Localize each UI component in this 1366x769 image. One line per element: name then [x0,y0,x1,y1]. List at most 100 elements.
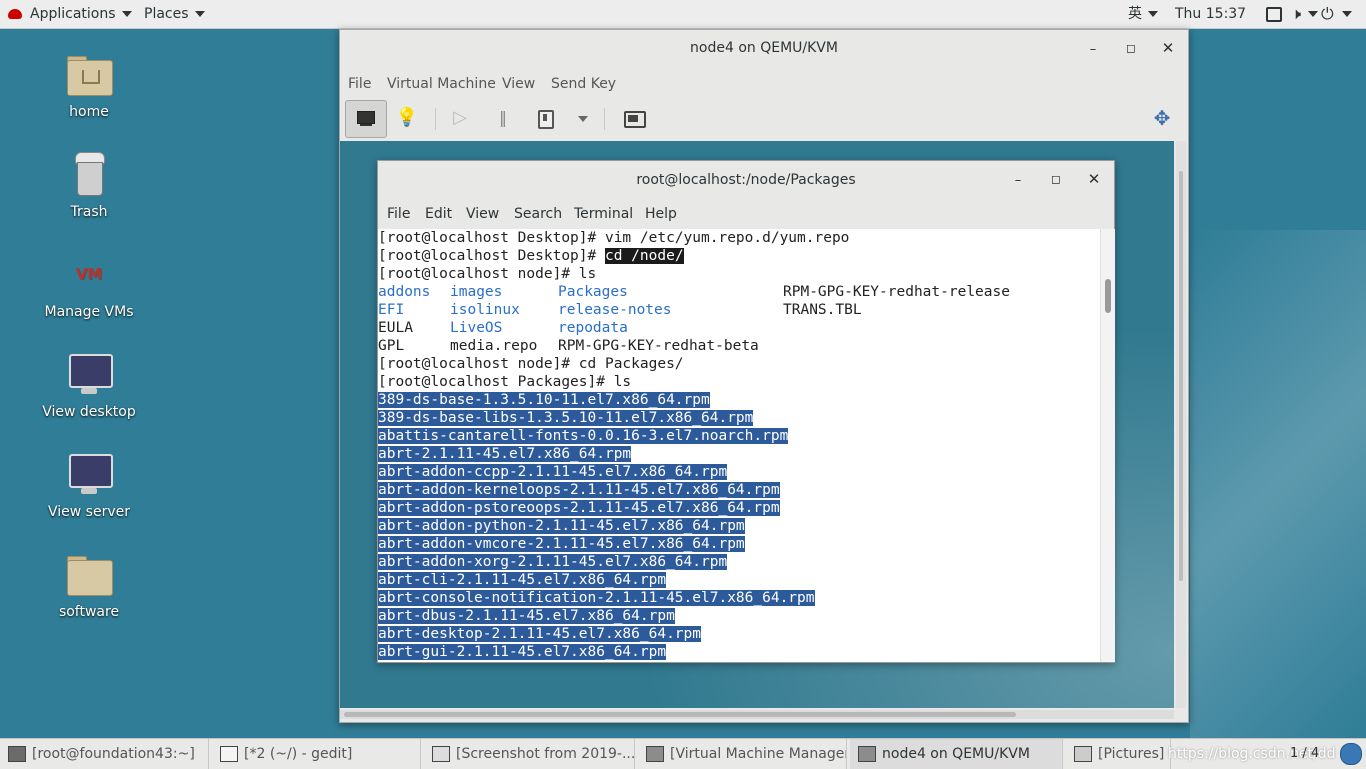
notification-icon[interactable] [1340,743,1362,765]
close-button[interactable]: ✕ [1082,167,1106,191]
monitor-icon [357,111,375,124]
input-method-label: 英 [1128,6,1142,22]
show-details-button[interactable]: 💡 [387,100,427,136]
manage-snapshots-button[interactable] [614,100,654,136]
show-console-button[interactable] [345,100,387,138]
vm-vertical-scrollbar[interactable] [1176,141,1186,708]
pause-button[interactable]: ‖ [483,100,523,136]
terminal-menu-terminal[interactable]: Terminal [574,199,633,229]
minimize-button[interactable]: – [1006,169,1030,193]
desktop-icon-software[interactable]: software [30,550,148,620]
ls-entry: Packages [558,284,628,300]
workspace-indicator[interactable]: 1 / 4 [1290,739,1319,769]
monitor-icon [65,350,113,398]
terminal-menu-help[interactable]: Help [645,199,677,229]
package-line: abrt-addon-vmcore-2.1.11-45.el7.x86_64.r… [378,535,1100,553]
task-gedit[interactable]: [*2 (~/) - gedit] [212,739,421,769]
run-button[interactable]: ▷ [440,100,480,136]
ls-entry: EFI [378,302,405,318]
chevron-down-icon [1148,11,1158,17]
package-line: abrt-2.1.11-45.el7.x86_64.rpm [378,445,1100,463]
terminal-line: [root@localhost Desktop]# cd /node/ [378,247,1100,265]
selected-text: abrt-addon-xorg-2.1.11-45.el7.x86_64.rpm [378,554,728,570]
shutdown-button[interactable] [525,100,565,136]
vm-menu-virtual-machine[interactable]: Virtual Machine [387,74,496,94]
ls-row: EULA LiveOS repodata [378,319,1100,337]
desktop-icon-view-server[interactable]: View server [30,450,148,520]
play-icon: ▷ [453,107,467,128]
terminal-menu-file[interactable]: File [387,199,410,229]
volume-icon[interactable]: 🕨 [1291,0,1301,28]
places-menu[interactable]: Places [144,0,205,28]
maximize-button[interactable]: ◻ [1044,167,1068,191]
ls-entry: LiveOS [450,320,503,336]
folder-icon [65,550,113,598]
fullscreen-button[interactable]: ✥ [1142,100,1182,136]
task-pictures[interactable]: [Pictures] [1066,739,1171,769]
task-label: node4 on QEMU/KVM [882,746,1030,762]
desktop-icon-trash[interactable]: Trash [30,150,148,220]
selected-text: abrt-gui-2.1.11-45.el7.x86_64.rpm [378,644,667,660]
close-button[interactable]: ✕ [1156,36,1180,60]
applications-label: Applications [30,6,116,22]
toolbar-separator [435,108,436,130]
vm-horizontal-scrollbar[interactable] [340,710,1174,719]
terminal-window: root@localhost:/node/Packages – ◻ ✕ File… [377,160,1115,663]
terminal-scrollbar-thumb[interactable] [1105,279,1111,313]
package-line: abrt-addon-xorg-2.1.11-45.el7.x86_64.rpm [378,553,1100,571]
selected-text: abrt-console-notification-2.1.11-45.el7.… [378,590,815,606]
package-line: abrt-cli-2.1.11-45.el7.x86_64.rpm [378,571,1100,589]
desktop-icon-label: software [58,604,120,620]
package-line: 389-ds-base-libs-1.3.5.10-11.el7.x86_64.… [378,409,1100,427]
power-icon[interactable]: ⏻ [1321,0,1334,28]
task-terminal[interactable]: [root@foundation43:~] [0,739,209,769]
vm-menu-send-key[interactable]: Send Key [551,74,616,94]
terminal-titlebar: root@localhost:/node/Packages – ◻ ✕ [378,161,1114,200]
top-panel: Applications Places 英 Thu 15:37 🕨 ⏻ [0,0,1366,29]
input-method-indicator[interactable]: 英 [1128,0,1158,28]
clock[interactable]: Thu 15:37 [1175,0,1246,28]
package-line: abrt-addon-pstoreoops-2.1.11-45.el7.x86_… [378,499,1100,517]
task-label: [Pictures] [1098,746,1165,762]
ls-entry: isolinux [450,302,520,318]
volume-chevron-icon [1308,11,1318,17]
vm-menu-view[interactable]: View [502,74,535,94]
minimize-button[interactable]: – [1081,38,1105,62]
terminal-icon [8,746,26,762]
virt-manager-icon: VM [75,265,103,283]
task-virt-manager[interactable]: [Virtual Machine Manager] [638,739,847,769]
desktop-icon-manage-vms[interactable]: VM Manage VMs [30,250,148,320]
terminal-scrollbar[interactable] [1100,229,1115,662]
move-arrows-icon: ✥ [1153,106,1171,130]
terminal-menu-edit[interactable]: Edit [425,199,452,229]
vm-menu-file[interactable]: File [348,74,371,94]
applications-menu[interactable]: Applications [8,0,132,28]
ls-entry: repodata [558,320,628,336]
desktop-icon-home[interactable]: home [30,50,148,120]
redhat-logo-icon [8,9,22,19]
terminal-menu-search[interactable]: Search [514,199,562,229]
virt-manager-icon [646,746,664,762]
task-node4-console[interactable]: node4 on QEMU/KVM [850,739,1063,769]
package-line: abrt-gui-2.1.11-45.el7.x86_64.rpm [378,643,1100,661]
shutdown-menu-chevron-icon[interactable] [578,116,588,122]
bottom-taskbar: [root@foundation43:~] [*2 (~/) - gedit] … [0,738,1366,769]
file-manager-icon [1074,746,1092,762]
screen-icon[interactable] [1266,7,1282,22]
terminal-menu-view[interactable]: View [466,199,499,229]
terminal-output[interactable]: [root@localhost Desktop]# vim /etc/yum.r… [378,229,1100,662]
selected-text: abrt-addon-ccpp-2.1.11-45.el7.x86_64.rpm [378,464,728,480]
selected-text: 389-ds-base-1.3.5.10-11.el7.x86_64.rpm [378,392,710,408]
highlighted-command: cd /node/ [604,248,684,264]
ls-entry: RPM-GPG-KEY-redhat-beta [558,338,759,354]
ls-entry: release-notes [558,302,672,318]
selected-text: abrt-2.1.11-45.el7.x86_64.rpm [378,446,632,462]
wallpaper-stripe [1190,230,1366,738]
places-label: Places [144,6,189,22]
terminal-line: [root@localhost node]# cd Packages/ [378,356,684,372]
task-label: [root@foundation43:~] [32,746,195,762]
desktop-icon-view-desktop[interactable]: View desktop [30,350,148,420]
terminal-title: root@localhost:/node/Packages [636,172,856,188]
task-screenshot[interactable]: [Screenshot from 2019-... [424,739,635,769]
maximize-button[interactable]: ◻ [1119,36,1143,60]
